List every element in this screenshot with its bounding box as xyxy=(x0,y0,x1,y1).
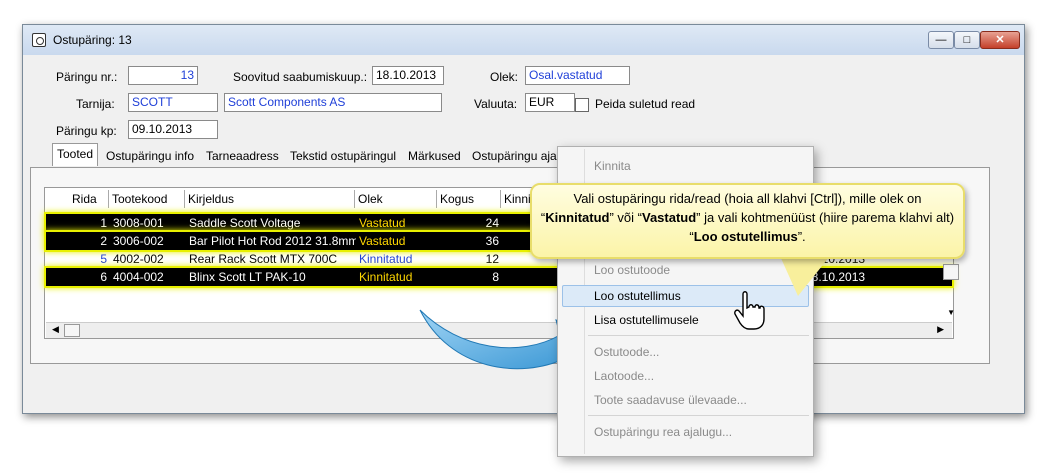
supplier-name-field: Scott Components AS xyxy=(224,93,442,112)
maximize-icon: □ xyxy=(963,34,971,46)
close-icon: ✕ xyxy=(995,34,1005,46)
maximize-button[interactable]: □ xyxy=(954,31,980,49)
close-button[interactable]: ✕ xyxy=(980,31,1020,49)
tooltip-text: ”. xyxy=(797,229,806,244)
menu-item-saadavus[interactable]: Toote saadavuse ülevaade... xyxy=(594,391,747,409)
supplier-code-field[interactable]: SCOTT xyxy=(128,93,218,112)
tooltip-bold-loo-ostutellimus: Loo ostutellimus xyxy=(693,229,798,244)
instruction-tooltip: Vali ostupäringu rida/read (hoia all kla… xyxy=(530,183,965,259)
grid-cell-status: Kinnitatud xyxy=(359,252,413,266)
vertical-scroll-thumb[interactable] xyxy=(943,264,959,280)
grid-cell-desc: Blinx Scott LT PAK-10 xyxy=(189,270,306,284)
request-date-label: Päringu kp: xyxy=(56,124,117,138)
minimize-button[interactable]: — xyxy=(928,31,954,49)
menu-item-ostutoode[interactable]: Ostutoode... xyxy=(594,343,659,361)
grid-cell-desc: Rear Rack Scott MTX 700C xyxy=(189,252,338,266)
grid-cell-code: 3006-002 xyxy=(113,234,164,248)
status-field: Osal.vastatud xyxy=(525,66,630,85)
tab-markused[interactable]: Märkused xyxy=(408,146,461,166)
grid-cell-qty: 24 xyxy=(485,216,499,230)
title-bar: Ostupäring: 13 — □ ✕ xyxy=(23,25,1024,55)
request-number-field[interactable]: 13 xyxy=(128,66,198,85)
hide-closed-checkbox[interactable] xyxy=(575,98,589,112)
currency-label: Valuuta: xyxy=(474,97,518,111)
column-header-tootekood[interactable]: Tootekood xyxy=(109,190,185,208)
menu-item-lisa-ostutellimusele[interactable]: Lisa ostutellimusele xyxy=(594,311,699,329)
status-label: Olek: xyxy=(490,70,519,84)
grid-cell-qty: 12 xyxy=(485,252,499,266)
menu-separator xyxy=(588,415,809,416)
scroll-right-icon[interactable]: ▶ xyxy=(937,324,944,335)
tab-ostuparingu-info[interactable]: Ostupäringu info xyxy=(106,146,194,166)
grid-cell-code: 4004-002 xyxy=(113,270,164,284)
menu-item-ajalugu[interactable]: Ostupäringu rea ajalugu... xyxy=(594,423,732,441)
menu-item-loo-ostutellimus[interactable]: Loo ostutellimus xyxy=(594,287,681,305)
tab-ostuparingu-ajal[interactable]: Ostupäringu ajal xyxy=(472,146,559,166)
tooltip-bold-vastatud: Vastatud xyxy=(641,210,697,225)
column-header-kogus[interactable]: Kogus xyxy=(437,190,501,208)
menu-item-loo-ostutoode[interactable]: Loo ostutoode xyxy=(594,261,670,279)
grid-cell-status: Vastatud xyxy=(359,234,406,248)
tab-tekstid[interactable]: Tekstid ostupäringul xyxy=(290,146,396,166)
minimize-icon: — xyxy=(935,34,947,46)
grid-cell-desc: Saddle Scott Voltage xyxy=(189,216,301,230)
tooltip-bold-kinnitatud: Kinnitatud xyxy=(545,210,610,225)
app-icon xyxy=(32,33,46,47)
grid-cell-rida: 6 xyxy=(100,270,107,284)
scroll-left-icon[interactable]: ◀ xyxy=(52,324,59,335)
grid-cell-code: 4002-002 xyxy=(113,252,164,266)
request-date-field[interactable]: 09.10.2013 xyxy=(128,120,218,139)
grid-cell-status: Vastatud xyxy=(359,216,406,230)
tooltip-text: ” või “ xyxy=(609,210,642,225)
scroll-down-icon[interactable]: ▼ xyxy=(947,308,955,317)
grid-cell-rida: 5 xyxy=(100,252,107,266)
grid-cell-rida: 2 xyxy=(100,234,107,248)
supplier-label: Tarnija: xyxy=(76,97,115,111)
grid-cell-desc: Bar Pilot Hot Rod 2012 31.8mm B xyxy=(189,234,356,248)
tab-tooted[interactable]: Tooted xyxy=(52,143,99,166)
grid-cell-rida: 1 xyxy=(100,216,107,230)
grid-cell-qty: 36 xyxy=(485,234,499,248)
currency-field[interactable]: EUR xyxy=(525,93,575,112)
tab-tarneaadress[interactable]: Tarneaadress xyxy=(206,146,279,166)
menu-separator xyxy=(588,335,809,336)
column-header-kirjeldus[interactable]: Kirjeldus xyxy=(185,190,355,208)
hide-closed-label: Peida suletud read xyxy=(595,97,696,111)
hand-cursor-icon xyxy=(734,291,765,330)
window-title: Ostupäring: 13 xyxy=(53,33,132,47)
menu-item-laotoode[interactable]: Laotoode... xyxy=(594,367,654,385)
arrival-date-field[interactable]: 18.10.2013 xyxy=(372,66,444,85)
grid-cell-code: 3008-001 xyxy=(113,216,164,230)
tooltip-tail xyxy=(780,256,830,296)
request-number-label: Päringu nr.: xyxy=(56,70,118,84)
column-header-olek[interactable]: Olek xyxy=(355,190,437,208)
scroll-thumb[interactable] xyxy=(64,324,80,337)
arrival-date-label: Soovitud saabumiskuup.: xyxy=(233,70,368,84)
column-header-rida[interactable]: Rida xyxy=(69,190,109,208)
menu-item-kinnita[interactable]: Kinnita xyxy=(594,157,631,175)
